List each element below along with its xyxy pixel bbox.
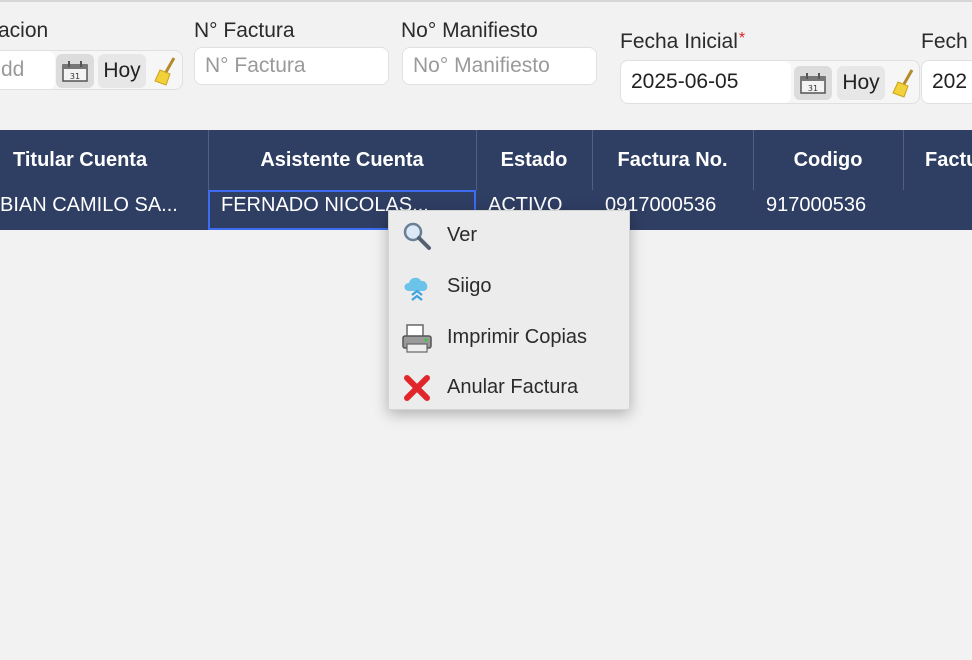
fecha-final-input[interactable]: 202: [922, 61, 972, 103]
col-titular-cuenta[interactable]: Titular Cuenta: [0, 130, 208, 190]
menu-item-anular-factura[interactable]: Anular Factura: [389, 364, 629, 410]
broom-icon: [892, 69, 914, 98]
fecha-inicial-field: 2025-06-05 31 Hoy: [620, 60, 920, 104]
col-estado[interactable]: Estado: [476, 130, 592, 190]
magnifier-icon: [403, 222, 431, 250]
hoy-button[interactable]: Hoy: [837, 66, 885, 100]
clear-button[interactable]: [891, 66, 917, 100]
factura-field: N° Factura: [194, 47, 389, 85]
hoy-button[interactable]: Hoy: [98, 54, 146, 88]
svg-text:31: 31: [808, 84, 818, 93]
calendar-button[interactable]: 31: [794, 66, 832, 100]
col-factura-no[interactable]: Factura No.: [592, 130, 753, 190]
cloud-icon: [404, 277, 428, 301]
fecha-inicial-label-text: Fecha Inicial: [620, 30, 738, 53]
col-factu[interactable]: Factu: [903, 130, 972, 190]
context-menu: Ver Siigo Imprimir Copias Anular Factura: [388, 210, 630, 410]
red-x-icon: [404, 375, 430, 401]
cell-factu[interactable]: [916, 190, 972, 230]
col-asistente-cuenta[interactable]: Asistente Cuenta: [208, 130, 476, 190]
fecha-creacion-label: acion: [0, 19, 49, 42]
clear-button[interactable]: [153, 54, 179, 88]
fecha-inicial-label: Fecha Inicial*: [620, 30, 745, 54]
top-divider: [0, 0, 972, 2]
fecha-creacion-field: dd 31 Hoy: [0, 50, 183, 90]
menu-item-siigo[interactable]: Siigo: [389, 263, 629, 309]
factura-label: N° Factura: [194, 19, 295, 42]
menu-item-label: Anular Factura: [447, 375, 579, 398]
svg-text:31: 31: [70, 72, 80, 81]
cell-titular-cuenta[interactable]: BIAN CAMILO SA...: [0, 190, 206, 230]
menu-item-label: Imprimir Copias: [447, 325, 588, 348]
manifiesto-label: No° Manifiesto: [401, 19, 538, 42]
fecha-final-field: 202: [921, 60, 972, 104]
fecha-final-label: Fech: [921, 30, 968, 53]
manifiesto-input[interactable]: No° Manifiesto: [403, 48, 596, 84]
calendar-icon: 31: [800, 73, 826, 94]
printer-icon: [402, 324, 432, 353]
menu-item-ver[interactable]: Ver: [389, 212, 629, 258]
menu-item-label: Siigo: [447, 274, 492, 297]
fecha-creacion-input[interactable]: dd: [0, 51, 55, 89]
required-mark: *: [738, 30, 746, 47]
fecha-inicial-input[interactable]: 2025-06-05: [621, 61, 791, 103]
cell-codigo[interactable]: 917000536: [766, 190, 901, 230]
calendar-button[interactable]: 31: [56, 54, 94, 88]
col-codigo[interactable]: Codigo: [753, 130, 903, 190]
factura-input[interactable]: N° Factura: [195, 48, 388, 84]
calendar-icon: 31: [62, 61, 88, 82]
menu-item-label: Ver: [447, 223, 478, 246]
broom-icon: [154, 57, 176, 86]
manifiesto-field: No° Manifiesto: [402, 47, 597, 85]
menu-item-imprimir-copias[interactable]: Imprimir Copias: [389, 314, 629, 360]
table-header: Titular Cuenta Asistente Cuenta Estado F…: [0, 130, 972, 190]
